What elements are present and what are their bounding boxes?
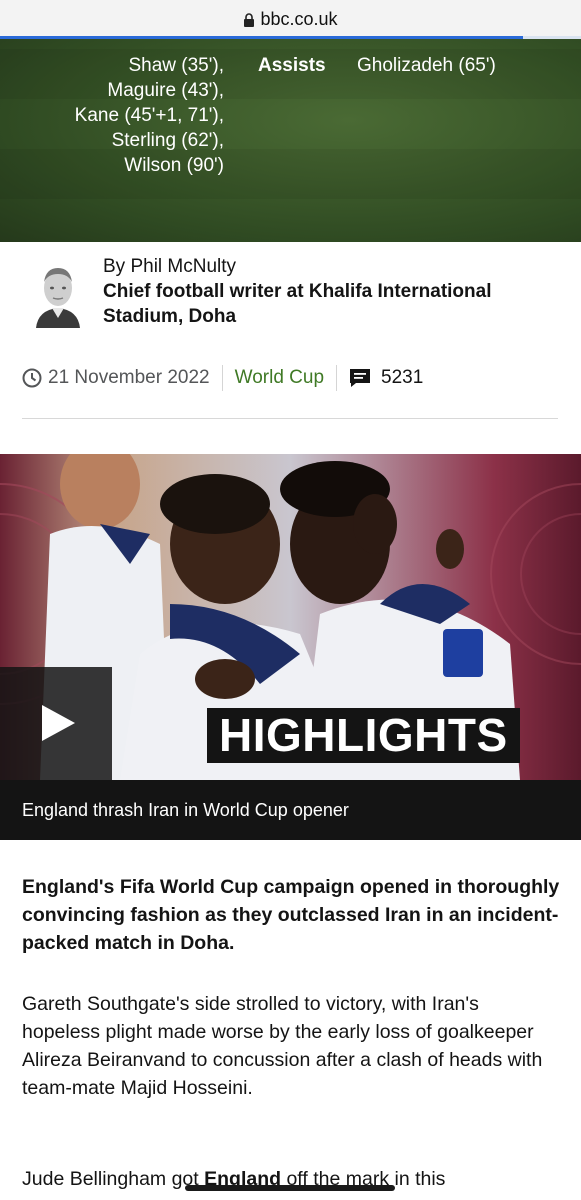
assists-label[interactable]: Assists bbox=[258, 53, 326, 78]
divider bbox=[22, 418, 558, 419]
topic-link[interactable]: World Cup bbox=[235, 367, 324, 389]
comments-icon[interactable] bbox=[349, 368, 371, 388]
comment-count[interactable]: 5231 bbox=[381, 367, 423, 389]
url-text: bbc.co.uk bbox=[260, 8, 338, 29]
paragraph-text: Jude Bellingham got bbox=[22, 1168, 205, 1190]
article-meta: 21 November 2022 World Cup 5231 bbox=[22, 363, 423, 393]
author-name[interactable]: By Phil McNulty bbox=[103, 254, 236, 279]
clock-icon bbox=[22, 368, 42, 388]
author-avatar bbox=[30, 258, 86, 328]
address-bar[interactable]: bbc.co.uk bbox=[0, 0, 581, 38]
lock-icon bbox=[244, 13, 255, 27]
play-button[interactable] bbox=[0, 667, 112, 780]
article-paragraph: Gareth Southgate's side strolled to vict… bbox=[22, 993, 543, 1099]
meta-divider bbox=[221, 365, 223, 391]
england-scorers: Shaw (35'), Maguire (43'), Kane (45'+1, … bbox=[75, 53, 224, 178]
highlights-video[interactable]: HIGHLIGHTS bbox=[0, 454, 581, 780]
scorer: Kane (45'+1, 71'), bbox=[74, 105, 224, 126]
scorer: Wilson (90') bbox=[124, 155, 224, 176]
scorer: Sterling (62'), bbox=[111, 130, 224, 151]
match-score-banner: Shaw (35'), Maguire (43'), Kane (45'+1, … bbox=[0, 39, 581, 242]
highlights-badge: HIGHLIGHTS bbox=[207, 708, 520, 763]
scorer: Maguire (43'), bbox=[107, 80, 224, 101]
article-lead: England's Fifa World Cup campaign opened… bbox=[22, 876, 560, 954]
play-icon bbox=[42, 705, 75, 741]
byline: By Phil McNulty Chief football writer at… bbox=[22, 252, 562, 332]
publish-date: 21 November 2022 bbox=[48, 367, 210, 388]
meta-divider bbox=[336, 365, 338, 391]
author-role: Chief football writer at Khalifa Interna… bbox=[103, 281, 492, 327]
iran-scorers: Gholizadeh (65') bbox=[357, 53, 496, 78]
video-caption: England thrash Iran in World Cup opener bbox=[0, 780, 581, 840]
home-indicator[interactable] bbox=[185, 1185, 395, 1191]
scorer: Shaw (35'), bbox=[128, 55, 224, 76]
scorer: Gholizadeh (65') bbox=[357, 55, 496, 76]
